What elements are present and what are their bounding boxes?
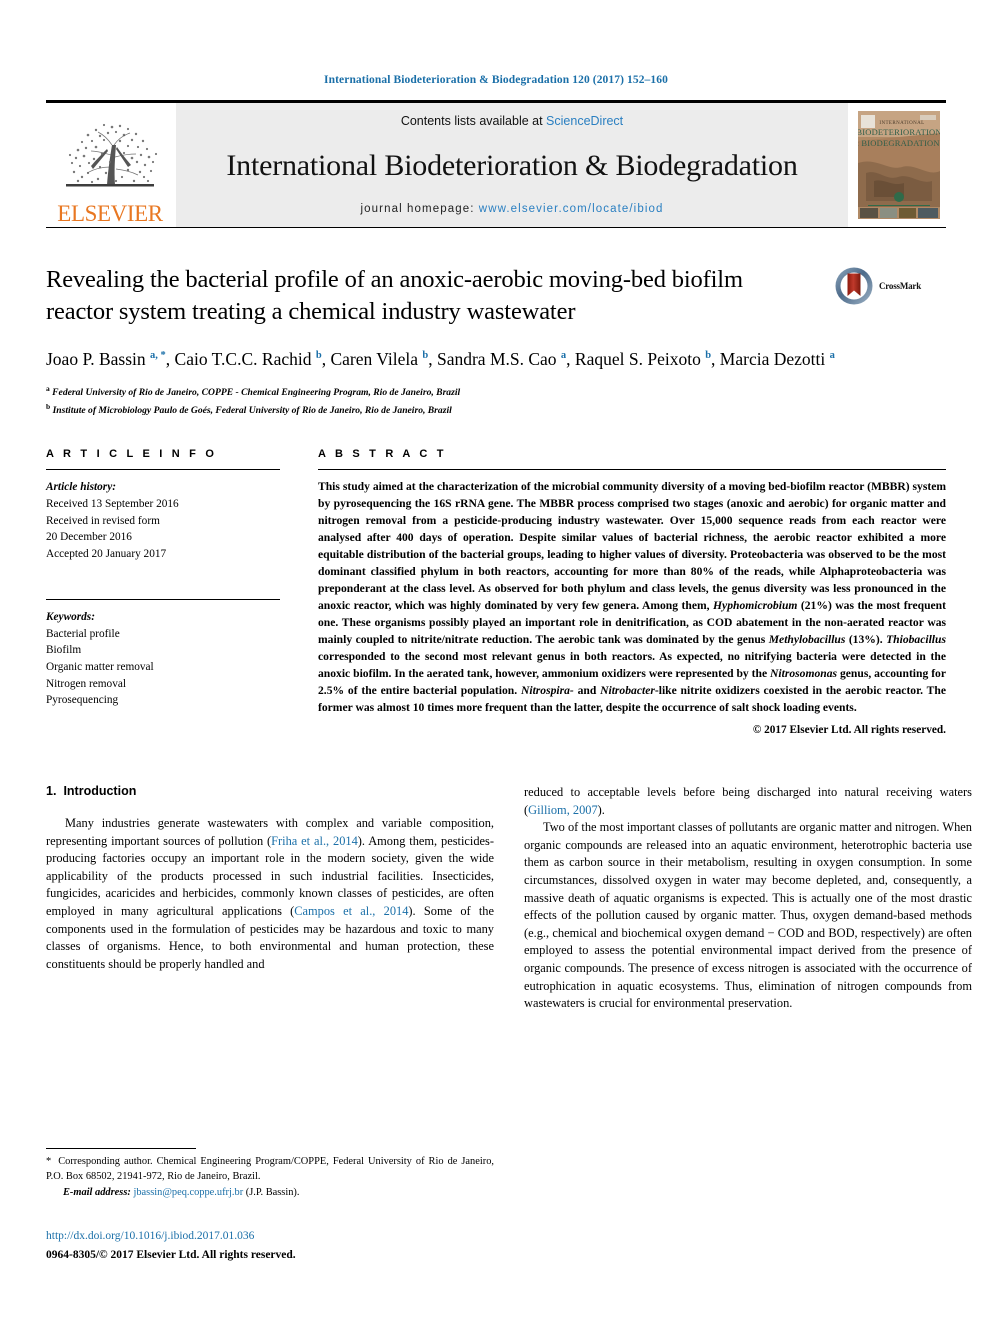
history-item: Accepted 20 January 2017 xyxy=(46,548,167,561)
affiliation-list: a Federal University of Rio de Janeiro, … xyxy=(46,383,946,418)
abstract-text: This study aimed at the characterization… xyxy=(318,480,947,715)
author-name: Sandra M.S. Cao xyxy=(436,348,557,369)
info-and-abstract: A R T I C L E I N F O Article history: R… xyxy=(46,448,946,736)
keywords-list: Bacterial profile Biofilm Organic matter… xyxy=(46,626,280,710)
contents-available-line: Contents lists available at ScienceDirec… xyxy=(401,114,623,128)
email-note: E-mail address: jbassin@peq.coppe.ufrj.b… xyxy=(46,1186,494,1201)
author-name: Raquel S. Peixoto xyxy=(574,348,701,369)
elsevier-tree-icon xyxy=(66,123,158,187)
svg-text:BIODETERIORATION: BIODETERIORATION xyxy=(858,127,940,137)
homepage-prefix: journal homepage: xyxy=(360,203,479,215)
corresponding-author-note: * Corresponding author. Chemical Enginee… xyxy=(46,1156,494,1182)
author-affiliation-mark[interactable]: a xyxy=(561,350,566,361)
article-info-heading: A R T I C L E I N F O xyxy=(46,448,218,461)
author-item: Sandra M.S. Cao a xyxy=(437,349,566,369)
abstract-rule xyxy=(318,469,946,471)
article-history-list: Received 13 September 2016 Received in r… xyxy=(46,496,280,563)
section-title: Introduction xyxy=(63,784,137,798)
affiliation-mark: a xyxy=(46,384,50,394)
author-affiliation-mark[interactable]: b xyxy=(422,350,428,361)
author-affiliation-mark[interactable]: a xyxy=(830,350,835,361)
author-item: Joao P. Bassin a, * xyxy=(46,349,166,369)
elsevier-logo: ELSEVIER xyxy=(46,103,174,227)
keyword-item: Biofilm xyxy=(46,644,82,657)
article-info-column: A R T I C L E I N F O Article history: R… xyxy=(46,448,280,736)
email-suffix: (J.P. Bassin). xyxy=(245,1186,300,1198)
journal-title: International Biodeterioration & Biodegr… xyxy=(226,148,798,182)
author-item: Caio T.C.C. Rachid b xyxy=(175,349,322,369)
email-link[interactable]: jbassin@peq.coppe.ufrj.br xyxy=(133,1187,243,1198)
svg-text:INTERNATIONAL: INTERNATIONAL xyxy=(879,121,924,126)
journal-cover-thumbnail: INTERNATIONAL BIODETERIORATION & BIODEGR… xyxy=(852,103,946,227)
intro-paragraph: Many industries generate wastewaters wit… xyxy=(46,816,495,971)
intro-paragraph-2: Two of the most important classes of pol… xyxy=(524,820,972,1011)
affiliation-mark: b xyxy=(46,401,51,411)
author-list: Joao P. Bassin a, *, Caio T.C.C. Rachid … xyxy=(46,348,835,369)
history-item: Received in revised form xyxy=(46,514,160,527)
journal-masthead: ELSEVIER Contents lists available at Sci… xyxy=(46,100,946,228)
running-head: International Biodeterioration & Biodegr… xyxy=(324,74,668,86)
doi-area: http://dx.doi.org/10.1016/j.ibiod.2017.0… xyxy=(46,1228,516,1265)
journal-cover-image: INTERNATIONAL BIODETERIORATION & BIODEGR… xyxy=(858,111,940,219)
author-name: Marcia Dezotti xyxy=(719,348,826,369)
body-column-left: 1. Introduction Many industries generate … xyxy=(46,784,494,1013)
keyword-item: Nitrogen removal xyxy=(46,677,126,690)
journal-homepage-link[interactable]: www.elsevier.com/locate/ibiod xyxy=(479,203,664,215)
author-item: Marcia Dezotti a xyxy=(720,349,835,369)
keyword-item: Organic matter removal xyxy=(46,660,154,673)
affiliation-item: a Federal University of Rio de Janeiro, … xyxy=(46,383,946,401)
contents-prefix: Contents lists available at xyxy=(400,114,547,128)
author-affiliation-mark[interactable]: a, * xyxy=(150,350,166,361)
history-item: 20 December 2016 xyxy=(46,531,132,544)
article-info-rule xyxy=(46,469,280,471)
title-block: Revealing the bacterial profile of an an… xyxy=(46,264,946,328)
author-affiliation-mark[interactable]: b xyxy=(316,350,322,361)
section-heading-introduction: 1. Introduction xyxy=(46,784,494,798)
author-name: Caren Vilela xyxy=(330,348,418,369)
svg-text:& BIODEGRADATION: & BIODEGRADATION xyxy=(858,138,940,148)
keywords-block: Keywords: Bacterial profile Biofilm Orga… xyxy=(46,598,280,710)
author-item: Caren Vilela b xyxy=(330,349,428,369)
history-item: Received 13 September 2016 xyxy=(46,497,179,510)
intro-paragraph-continued: reduced to acceptable levels before bein… xyxy=(524,785,972,817)
body-columns: 1. Introduction Many industries generate … xyxy=(46,784,972,1013)
crossmark-icon xyxy=(835,267,873,305)
section-number: 1. xyxy=(46,784,57,798)
footnote-rule xyxy=(46,1148,196,1149)
affiliation-text: Federal University of Rio de Janeiro, CO… xyxy=(52,387,461,399)
abstract-column: A B S T R A C T This study aimed at the … xyxy=(318,448,946,736)
abstract-heading: A B S T R A C T xyxy=(318,448,447,461)
keywords-title: Keywords: xyxy=(46,610,95,623)
author-name: Joao P. Bassin xyxy=(46,348,146,369)
affiliation-text: Institute of Microbiology Paulo de Goés,… xyxy=(52,404,452,416)
issn-copyright-line: 0964-8305/© 2017 Elsevier Ltd. All right… xyxy=(46,1249,296,1262)
author-name: Caio T.C.C. Rachid xyxy=(174,348,312,369)
author-item: Raquel S. Peixoto b xyxy=(575,349,711,369)
email-label: E-mail address: xyxy=(63,1186,131,1198)
page-title: Revealing the bacterial profile of an an… xyxy=(46,266,743,325)
author-affiliation-mark[interactable]: b xyxy=(705,350,711,361)
sciencedirect-link[interactable]: ScienceDirect xyxy=(546,114,623,128)
keyword-item: Pyrosequencing xyxy=(46,694,119,707)
doi-link[interactable]: http://dx.doi.org/10.1016/j.ibiod.2017.0… xyxy=(46,1228,516,1245)
article-history-title: Article history: xyxy=(46,481,116,494)
keyword-item: Bacterial profile xyxy=(46,627,120,640)
crossmark-label: CrossMark xyxy=(879,281,922,291)
crossmark-badge[interactable]: CrossMark xyxy=(834,266,944,306)
journal-band: Contents lists available at ScienceDirec… xyxy=(176,103,848,227)
body-column-right: reduced to acceptable levels before bein… xyxy=(524,784,972,1013)
elsevier-wordmark: ELSEVIER xyxy=(57,201,163,226)
article-page: International Biodeterioration & Biodegr… xyxy=(0,0,992,1323)
affiliation-item: b Institute of Microbiology Paulo de Goé… xyxy=(46,401,946,419)
keywords-rule xyxy=(46,598,280,600)
abstract-copyright: © 2017 Elsevier Ltd. All rights reserved… xyxy=(752,724,946,736)
journal-homepage-line: journal homepage: www.elsevier.com/locat… xyxy=(361,203,664,215)
footnote-area: * Corresponding author. Chemical Enginee… xyxy=(46,1148,494,1200)
